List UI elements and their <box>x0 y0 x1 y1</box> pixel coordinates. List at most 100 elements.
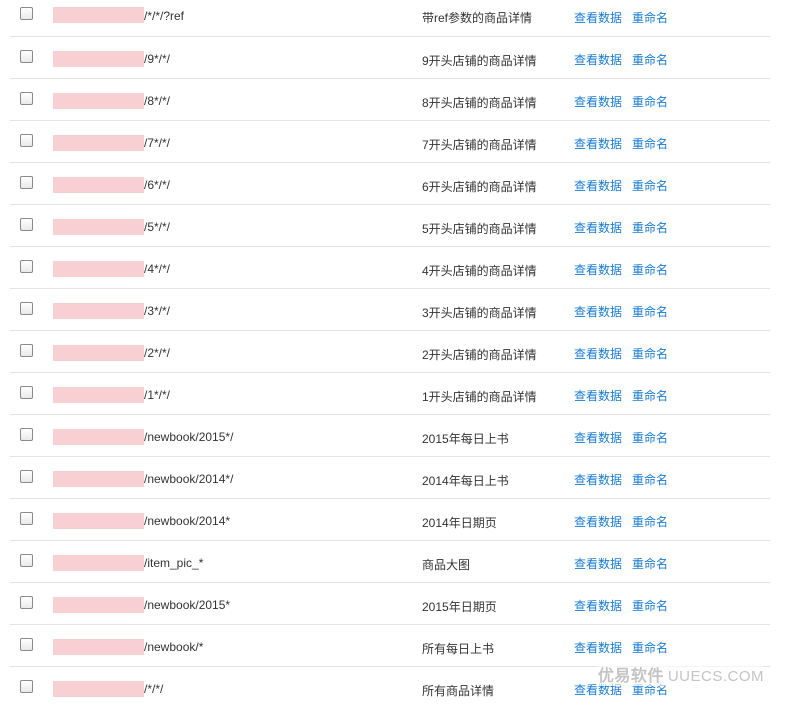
rule-description: 6开头店铺的商品详情 <box>422 180 537 194</box>
rule-description: 所有每日上书 <box>422 642 495 656</box>
redacted-domain <box>53 261 144 277</box>
rule-description: 4开头店铺的商品详情 <box>422 264 537 278</box>
row-checkbox[interactable] <box>20 512 33 525</box>
redacted-domain <box>53 7 144 23</box>
rule-description: 2015年每日上书 <box>422 432 509 446</box>
rename-link[interactable]: 重命名 <box>632 135 668 152</box>
rename-link[interactable]: 重命名 <box>632 261 668 278</box>
watermark-cn: 优易软件 <box>597 668 664 685</box>
view-data-link[interactable]: 查看数据 <box>574 261 622 278</box>
redacted-domain <box>53 177 144 193</box>
rule-description: 2014年日期页 <box>422 516 497 530</box>
rename-link[interactable]: 重命名 <box>632 471 668 488</box>
table-row: /8*/*/ 8开头店铺的商品详情 查看数据 重命名 <box>10 79 770 121</box>
row-checkbox[interactable] <box>20 50 33 63</box>
table-row: /newbook/2015*/ 2015年每日上书 查看数据 重命名 <box>10 415 770 457</box>
rename-link[interactable]: 重命名 <box>632 513 668 530</box>
rename-link[interactable]: 重命名 <box>632 345 668 362</box>
rule-description: 9开头店铺的商品详情 <box>422 54 537 68</box>
table-row: /3*/*/ 3开头店铺的商品详情 查看数据 重命名 <box>10 289 770 331</box>
row-checkbox[interactable] <box>20 638 33 651</box>
rename-link[interactable]: 重命名 <box>632 51 668 68</box>
view-data-link[interactable]: 查看数据 <box>574 93 622 110</box>
redacted-domain <box>53 135 144 151</box>
row-checkbox[interactable] <box>20 176 33 189</box>
table-row: /9*/*/ 9开头店铺的商品详情 查看数据 重命名 <box>10 37 770 79</box>
rule-description: 5开头店铺的商品详情 <box>422 222 537 236</box>
redacted-domain <box>53 345 144 361</box>
row-checkbox[interactable] <box>20 7 33 20</box>
rule-description: 1开头店铺的商品详情 <box>422 390 537 404</box>
rename-link[interactable]: 重命名 <box>632 177 668 194</box>
view-data-link[interactable]: 查看数据 <box>574 387 622 404</box>
table-row: /6*/*/ 6开头店铺的商品详情 查看数据 重命名 <box>10 163 770 205</box>
redacted-domain <box>53 513 144 529</box>
view-data-link[interactable]: 查看数据 <box>574 345 622 362</box>
view-data-link[interactable]: 查看数据 <box>574 597 622 614</box>
table-row: /4*/*/ 4开头店铺的商品详情 查看数据 重命名 <box>10 247 770 289</box>
redacted-domain <box>53 471 144 487</box>
row-checkbox[interactable] <box>20 470 33 483</box>
row-checkbox[interactable] <box>20 596 33 609</box>
row-checkbox[interactable] <box>20 92 33 105</box>
table-row: /*/*/?ref 带ref参数的商品详情 查看数据 重命名 <box>10 0 770 37</box>
rule-description: 3开头店铺的商品详情 <box>422 306 537 320</box>
rule-description: 商品大图 <box>422 558 471 572</box>
rename-link[interactable]: 重命名 <box>632 429 668 446</box>
table-row: /newbook/2014*/ 2014年每日上书 查看数据 重命名 <box>10 457 770 499</box>
rule-path: /newbook/2015* <box>144 598 231 612</box>
row-checkbox[interactable] <box>20 554 33 567</box>
rule-description: 带ref参数的商品详情 <box>422 11 533 25</box>
rule-path: /item_pic_* <box>144 556 204 570</box>
table-row: /5*/*/ 5开头店铺的商品详情 查看数据 重命名 <box>10 205 770 247</box>
redacted-domain <box>53 387 144 403</box>
rule-path: /3*/*/ <box>144 304 171 318</box>
rule-path: /6*/*/ <box>144 178 171 192</box>
table-row: /newbook/2015* 2015年日期页 查看数据 重命名 <box>10 583 770 625</box>
redacted-domain <box>53 429 144 445</box>
row-checkbox[interactable] <box>20 260 33 273</box>
rule-path: /newbook/2015*/ <box>144 430 234 444</box>
row-checkbox[interactable] <box>20 218 33 231</box>
view-data-link[interactable]: 查看数据 <box>574 429 622 446</box>
row-checkbox[interactable] <box>20 386 33 399</box>
view-data-link[interactable]: 查看数据 <box>574 51 622 68</box>
rename-link[interactable]: 重命名 <box>632 219 668 236</box>
rule-description: 8开头店铺的商品详情 <box>422 96 537 110</box>
redacted-domain <box>53 639 144 655</box>
row-checkbox[interactable] <box>20 134 33 147</box>
view-data-link[interactable]: 查看数据 <box>574 555 622 572</box>
rule-path: /*/*/ <box>144 682 164 696</box>
view-data-link[interactable]: 查看数据 <box>574 219 622 236</box>
redacted-domain <box>53 681 144 697</box>
rename-link[interactable]: 重命名 <box>632 555 668 572</box>
view-data-link[interactable]: 查看数据 <box>574 177 622 194</box>
rename-link[interactable]: 重命名 <box>632 597 668 614</box>
redacted-domain <box>53 93 144 109</box>
row-checkbox[interactable] <box>20 428 33 441</box>
url-rule-list: /*/*/?ref 带ref参数的商品详情 查看数据 重命名 /9*/*/ 9开… <box>10 0 770 707</box>
view-data-link[interactable]: 查看数据 <box>574 9 622 26</box>
rule-description: 2开头店铺的商品详情 <box>422 348 537 362</box>
table-row: /newbook/* 所有每日上书 查看数据 重命名 <box>10 625 770 667</box>
row-checkbox[interactable] <box>20 680 33 693</box>
table-row: /2*/*/ 2开头店铺的商品详情 查看数据 重命名 <box>10 331 770 373</box>
rule-path: /7*/*/ <box>144 136 171 150</box>
table-row: /7*/*/ 7开头店铺的商品详情 查看数据 重命名 <box>10 121 770 163</box>
view-data-link[interactable]: 查看数据 <box>574 303 622 320</box>
row-checkbox[interactable] <box>20 344 33 357</box>
rename-link[interactable]: 重命名 <box>632 9 668 26</box>
rule-path: /9*/*/ <box>144 52 171 66</box>
view-data-link[interactable]: 查看数据 <box>574 471 622 488</box>
rename-link[interactable]: 重命名 <box>632 93 668 110</box>
rule-path: /newbook/2014*/ <box>144 472 234 486</box>
view-data-link[interactable]: 查看数据 <box>574 639 622 656</box>
view-data-link[interactable]: 查看数据 <box>574 135 622 152</box>
rename-link[interactable]: 重命名 <box>632 303 668 320</box>
view-data-link[interactable]: 查看数据 <box>574 513 622 530</box>
rename-link[interactable]: 重命名 <box>632 387 668 404</box>
rename-link[interactable]: 重命名 <box>632 639 668 656</box>
row-checkbox[interactable] <box>20 302 33 315</box>
redacted-domain <box>53 303 144 319</box>
rule-path: /2*/*/ <box>144 346 171 360</box>
